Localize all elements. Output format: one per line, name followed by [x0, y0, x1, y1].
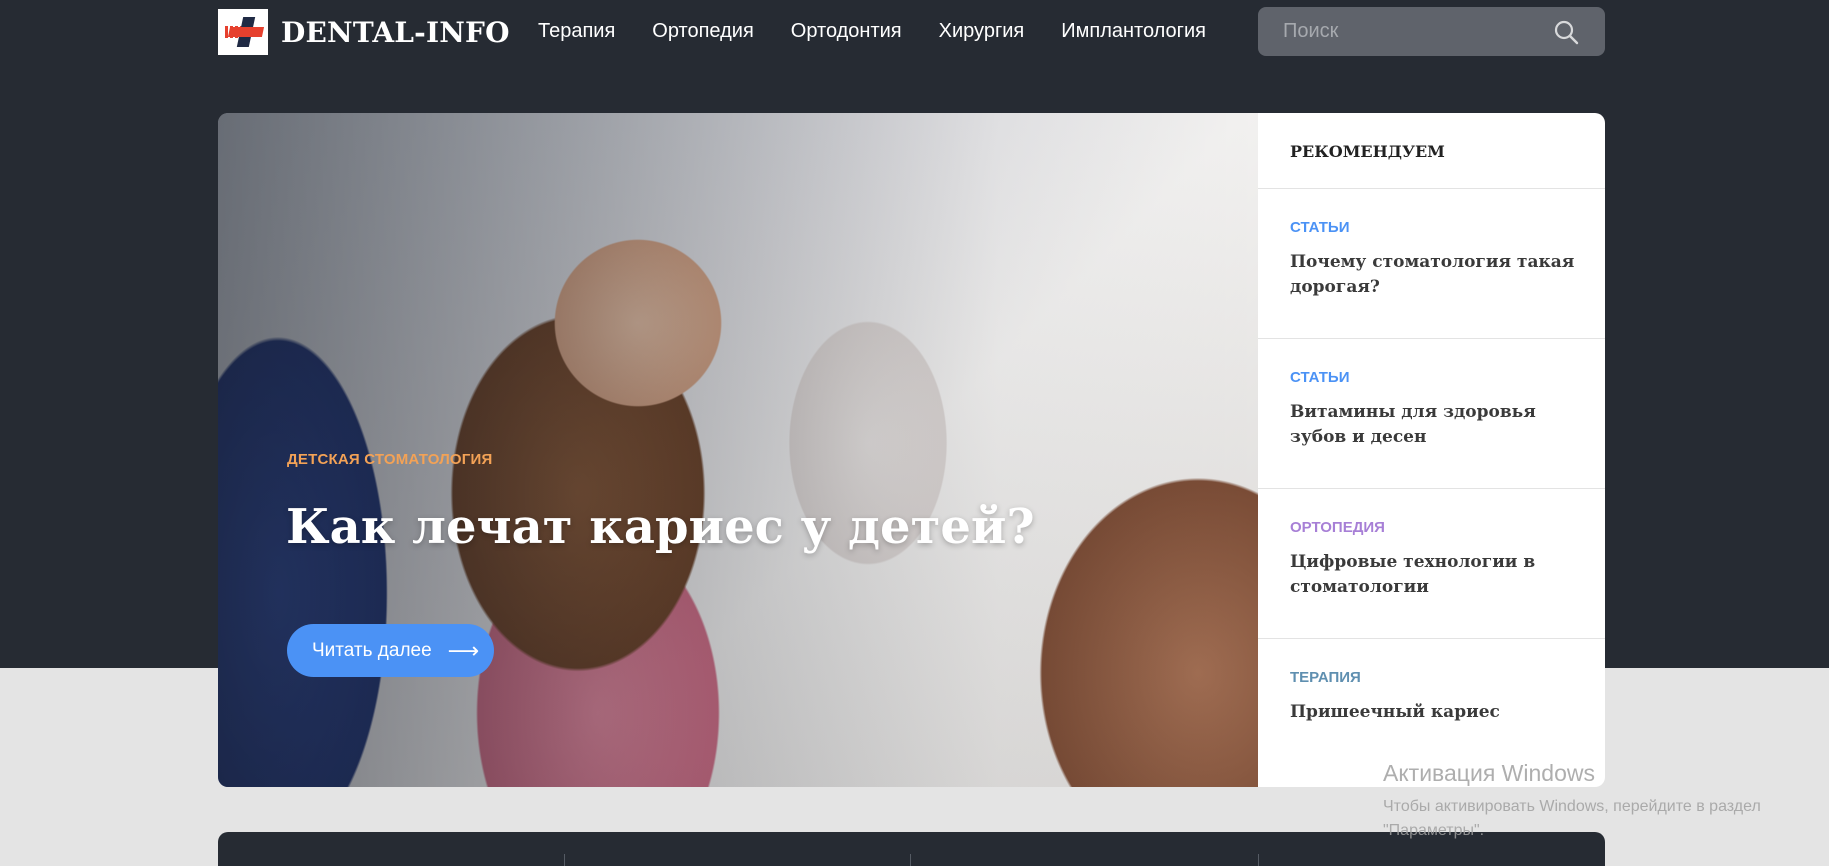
logo-cross-icon: [218, 9, 268, 55]
hero-category[interactable]: Детская стоматология: [287, 451, 492, 468]
recommended-item[interactable]: Ортопедия Цифровые технологии в стоматол…: [1258, 489, 1605, 639]
recommended-item-category[interactable]: Ортопедия: [1290, 519, 1577, 536]
recommended-heading: РЕКОМЕНДУЕМ: [1258, 113, 1605, 189]
hero-title[interactable]: Как лечат кариес у детей?: [286, 499, 1035, 555]
search-input[interactable]: [1283, 20, 1553, 43]
bar-divider: [564, 854, 565, 866]
recommended-item-title[interactable]: Пришеечный кариес: [1290, 700, 1577, 725]
nav-item-therapy[interactable]: Терапия: [538, 20, 615, 43]
logo-text: DENTAL-INFO: [281, 15, 510, 49]
windows-activation-watermark: Активация Windows Чтобы активировать Win…: [1383, 760, 1761, 843]
nav-item-implantology[interactable]: Имплантология: [1061, 20, 1206, 43]
read-more-label: Читать далее: [312, 639, 432, 661]
recommended-item-title[interactable]: Витамины для здоровья зубов и десен: [1290, 400, 1577, 450]
bar-divider: [910, 854, 911, 866]
hero-image-overlay: [218, 113, 1258, 787]
nav-item-orthopedics[interactable]: Ортопедия: [652, 20, 753, 43]
search-icon[interactable]: [1553, 19, 1579, 45]
site-logo[interactable]: DENTAL-INFO: [218, 9, 510, 55]
recommended-panel: РЕКОМЕНДУЕМ Статьи Почему стоматология т…: [1258, 113, 1605, 787]
bar-divider: [1258, 854, 1259, 866]
watermark-line-2: "Параметры".: [1383, 822, 1485, 839]
watermark-title: Активация Windows: [1383, 760, 1595, 786]
main-nav: Терапия Ортопедия Ортодонтия Хирургия Им…: [538, 20, 1243, 43]
arrow-right-icon: ⟶: [447, 637, 480, 663]
recommended-item-category[interactable]: Статьи: [1290, 369, 1577, 386]
recommended-item[interactable]: Статьи Витамины для здоровья зубов и дес…: [1258, 339, 1605, 489]
recommended-item[interactable]: Статьи Почему стоматология такая дорогая…: [1258, 189, 1605, 339]
recommended-item-category[interactable]: Статьи: [1290, 219, 1577, 236]
nav-item-orthodontics[interactable]: Ортодонтия: [791, 20, 902, 43]
recommended-item-title[interactable]: Цифровые технологии в стоматологии: [1290, 550, 1577, 600]
recommended-item-title[interactable]: Почему стоматология такая дорогая?: [1290, 250, 1577, 300]
search-box: [1258, 7, 1605, 56]
recommended-item-category[interactable]: Терапия: [1290, 669, 1577, 686]
watermark-line-1: Чтобы активировать Windows, перейдите в …: [1383, 798, 1761, 815]
hero-banner[interactable]: Детская стоматология Как лечат кариес у …: [218, 113, 1258, 787]
read-more-button[interactable]: Читать далее ⟶: [287, 624, 494, 677]
nav-item-surgery[interactable]: Хирургия: [939, 20, 1025, 43]
